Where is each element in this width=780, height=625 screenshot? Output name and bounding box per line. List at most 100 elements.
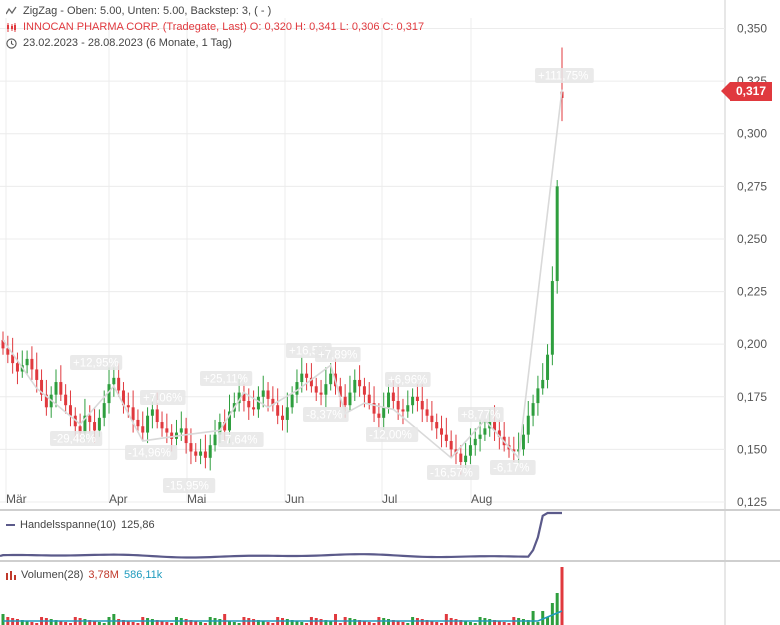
candle-body [281,415,284,420]
volume-bar [223,614,227,625]
volumen-value: 3,78M [88,569,119,581]
x-tick-label: Mär [6,492,27,506]
candle-body [213,434,217,446]
candle-body [430,415,434,423]
volume-bar [319,619,323,625]
x-tick-label: Mai [187,492,206,506]
volumen-label: Volumen(28) [21,569,84,581]
candle-body [102,403,106,418]
volume-bar [334,614,338,625]
candle-body [300,373,304,383]
handelsspanne-legend: Handelsspanne(10) 125,86 [6,519,155,531]
candle-body [179,428,183,433]
candle-body [367,394,371,404]
volume-bar [444,614,448,625]
zigzag-label: +7,89% [318,350,357,362]
zigzag-label: -29,48% [53,434,96,446]
candle-body [97,417,101,431]
x-tick-label: Jul [382,492,397,506]
candle-body [276,405,280,416]
candle-body [64,394,68,406]
y-tick-label: 0,150 [737,442,767,456]
zigzag-label: -14,96% [128,448,171,460]
candle-body [531,403,535,416]
candle-body [155,409,159,423]
volume-bar [15,619,19,625]
candle-body [203,451,207,458]
candle-body [555,186,559,282]
y-tick-label: 0,275 [737,179,767,193]
zigzag-label: +7,06% [143,393,182,405]
candle-body [478,434,482,439]
candle-body [362,386,366,395]
indicator-line-icon [6,524,15,526]
candle-body [387,392,391,408]
candle-body [305,373,309,378]
candle-body [406,405,410,412]
zigzag-label: -15,95% [166,481,209,493]
volume-bar [420,619,424,625]
zigzag-label: +8,77% [461,410,500,422]
candle-body [411,396,415,406]
x-tick-label: Apr [109,492,128,506]
candle-body [526,415,530,435]
date-range-text: 23.02.2023 - 28.08.2023 (6 Monate, 1 Tag… [23,37,232,49]
zigzag-label: -6,17% [493,463,529,475]
candle-body [88,415,92,423]
candle-body [25,358,29,366]
candle-body [35,369,39,380]
volume-bars-icon [6,571,16,580]
candle-body [184,428,188,444]
y-tick-label: 0,250 [737,232,767,246]
candle-body [256,396,260,410]
candle-body [117,377,121,391]
candle-body [440,428,444,435]
candle-body [449,440,453,450]
handelsspanne-label: Handelsspanne(10) [20,519,117,531]
volume-bar [184,619,188,625]
candle-body [59,382,63,395]
volume-bar [285,619,289,625]
y-tick-label: 0,175 [737,390,767,404]
volume-bar [521,619,525,625]
candle-body [112,377,116,385]
candlestick-icon [7,22,16,32]
candle-body [126,405,130,408]
zigzag-label: -16,57% [430,468,473,480]
candle-body [189,443,193,452]
candle-body [141,426,145,433]
candle-body [319,392,323,395]
candle-body [247,400,251,408]
candle-body [444,434,448,441]
candle-body [391,392,395,401]
y-tick-label: 0,300 [737,127,767,141]
candle-body [285,407,289,420]
candle-body [401,409,405,412]
clock-icon [6,37,17,49]
date-range-header: 23.02.2023 - 28.08.2023 (6 Monate, 1 Tag… [6,37,232,49]
zigzag-icon [6,6,17,14]
candle-body [464,455,468,463]
candle-body [266,390,270,399]
x-tick-label: Aug [471,492,492,506]
volumen-legend: Volumen(28) 3,78M 586,11k [6,569,162,581]
volume-bar [252,619,256,625]
volume-bar [555,593,559,625]
candle-body [136,419,140,427]
candle-body [54,382,58,395]
candle-body [358,379,362,387]
candle-body [377,413,381,418]
candle-body [295,382,299,395]
zigzag-label: -8,37% [306,410,342,422]
zigzag-label: +25,11% [203,374,248,386]
candle-body [435,422,439,429]
candle-body [353,379,357,393]
candle-body [546,354,550,380]
candle-body [30,358,34,370]
instrument-text: INNOCAN PHARMA CORP. (Tradegate, Last) O… [23,21,425,33]
candle-body [420,400,424,410]
candle-body [314,386,318,393]
last-price-badge: 0,317 [720,82,772,101]
candle-body [550,281,554,355]
candle-body [150,409,154,416]
